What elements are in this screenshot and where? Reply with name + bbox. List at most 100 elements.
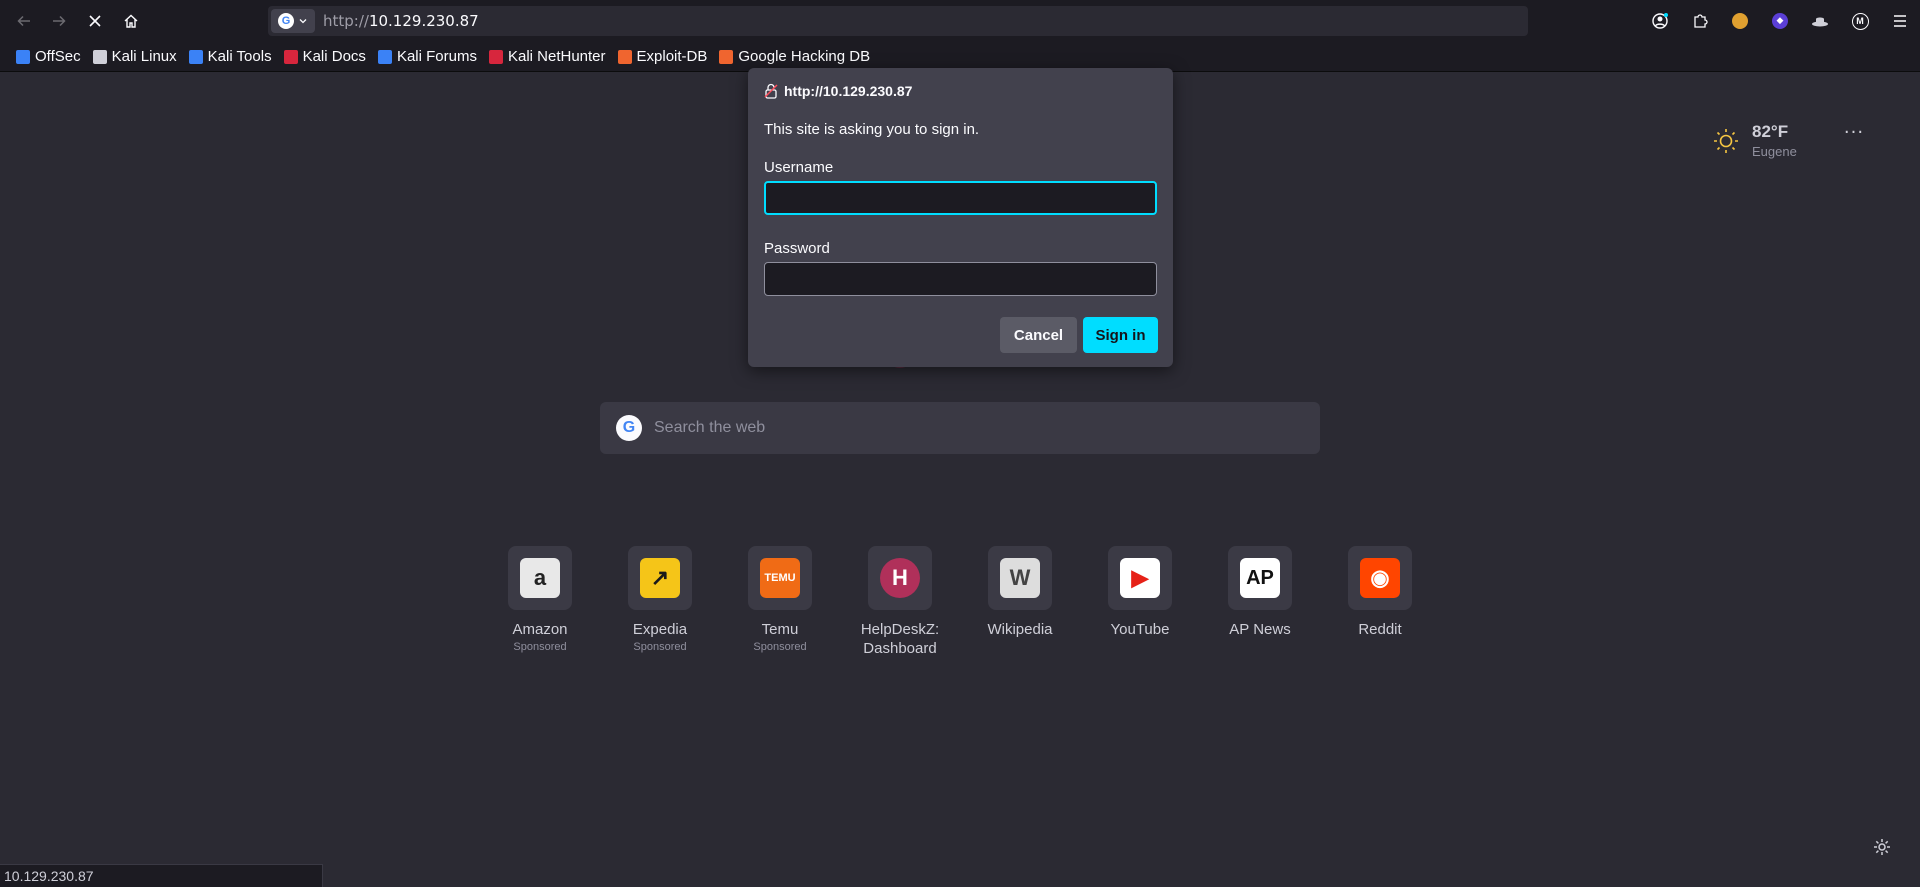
nethunter-icon [488,49,503,64]
weather-temperature: 82°F [1752,122,1789,141]
sponsored-label: Sponsored [633,641,687,653]
account-icon [1652,13,1668,29]
wikipedia-icon: W [1000,558,1040,598]
sponsored-label: Sponsored [513,641,567,653]
weather-city: Eugene [1752,144,1797,159]
amazon-icon: a [520,558,560,598]
status-bar: 10.129.230.87 [0,864,323,887]
url-bar[interactable]: G http://10.129.230.87 [268,6,1528,36]
stop-button[interactable] [79,5,111,37]
bookmark-item[interactable]: Kali Forums [372,45,483,69]
weather-widget[interactable]: 82°F Eugene [1712,122,1797,159]
top-site-label: YouTube [1110,621,1170,638]
top-site-icon-box[interactable]: W [988,546,1052,610]
extensions-button[interactable] [1680,5,1720,37]
puzzle-icon [1694,14,1708,28]
dialog-host: http://10.129.230.87 [784,83,913,99]
weather-text: 82°F Eugene [1752,122,1797,159]
auth-dialog: http://10.129.230.87 This site is asking… [748,68,1173,367]
offsec-icon [16,49,30,64]
top-site-tile[interactable]: ↗ Expedia Sponsored [600,546,720,658]
sun-icon [1714,128,1738,153]
top-site-label: Expedia [632,621,688,638]
top-site-label: Reddit [1358,621,1402,638]
url-host: 10.129.230.87 [368,12,479,30]
top-site-label: Amazon [512,621,568,638]
hamburger-menu-icon [1894,15,1906,27]
bookmark-item[interactable]: Kali Tools [183,45,278,69]
sign-in-button[interactable]: Sign in [1083,317,1158,353]
bookmark-item[interactable]: Google Hacking DB [713,45,876,69]
close-icon [89,15,101,27]
top-site-icon-box[interactable]: ↗ [628,546,692,610]
letter-h-icon: H [880,558,920,598]
kali-docs-icon [283,49,298,64]
browser-toolbar: G http://10.129.230.87 ◆ M [0,0,1920,42]
top-site-label: Wikipedia [987,621,1053,638]
bookmark-label: Google Hacking DB [738,48,871,65]
bookmark-item[interactable]: Kali NetHunter [483,45,612,69]
password-input[interactable] [764,262,1157,296]
google-icon: G [278,13,294,29]
password-label: Password [764,240,830,257]
top-site-tile[interactable]: W Wikipedia [960,546,1080,658]
arrow-right-icon [53,15,66,27]
extension-hat-button[interactable] [1800,5,1840,37]
forward-button[interactable] [43,5,75,37]
top-site-label: AP News [1229,621,1291,638]
gear-icon[interactable] [1872,837,1892,857]
home-button[interactable] [115,5,147,37]
bookmark-item[interactable]: Kali Docs [278,45,372,69]
top-site-icon-box[interactable]: ◉ [1348,546,1412,610]
top-site-icon-box[interactable]: ▶ [1108,546,1172,610]
app-menu-button[interactable] [1880,5,1920,37]
bookmark-label: Exploit-DB [636,48,708,65]
hat-icon [1812,17,1828,27]
youtube-icon: ▶ [1120,558,1160,598]
top-site-icon-box[interactable]: a [508,546,572,610]
account-button[interactable] [1640,5,1680,37]
bookmark-label: Kali NetHunter [507,48,606,65]
letter-m-icon: M [1851,12,1869,30]
diamond-icon: ◆ [1772,13,1788,29]
bookmark-label: Kali Linux [111,48,177,65]
exploit-db-icon [617,49,632,64]
url-text[interactable]: http://10.129.230.87 [323,12,479,30]
top-site-tile[interactable]: AP AP News [1200,546,1320,658]
username-input[interactable] [764,181,1157,215]
expedia-icon: ↗ [640,558,680,598]
google-icon: G [616,415,642,441]
web-search-box[interactable]: G Search the web [600,402,1320,454]
weather-more-icon[interactable]: ··· [1842,124,1866,152]
bookmark-item[interactable]: Exploit-DB [612,45,714,69]
top-site-tile[interactable]: ◉ Reddit [1320,546,1440,658]
extension-cookie-button[interactable] [1720,5,1760,37]
bookmark-label: Kali Forums [396,48,477,65]
top-site-icon-box[interactable]: AP [1228,546,1292,610]
url-protocol: http:// [323,12,369,30]
search-placeholder: Search the web [654,419,766,436]
reddit-icon: ◉ [1360,558,1400,598]
top-site-tile[interactable]: a Amazon Sponsored [480,546,600,658]
bookmark-item[interactable]: Kali Linux [87,45,183,69]
top-site-tile[interactable]: ▶ YouTube [1080,546,1200,658]
top-site-icon-box[interactable]: TEMU [748,546,812,610]
top-site-tile[interactable]: H HelpDeskZ: Dashboard [840,546,960,658]
extension-diamond-button[interactable]: ◆ [1760,5,1800,37]
cancel-button[interactable]: Cancel [1000,317,1077,353]
bookmark-label: Kali Tools [207,48,272,65]
kali-tools-icon [188,49,203,64]
extension-m-button[interactable]: M [1840,5,1880,37]
dialog-message: This site is asking you to sign in. [764,121,980,138]
ghdb-icon [719,49,734,64]
top-site-label: Temu [761,621,799,638]
bookmark-label: OffSec [35,48,81,65]
home-icon [124,14,138,28]
search-engine-button[interactable]: G [271,9,315,33]
back-button[interactable] [8,5,40,37]
top-site-icon-box[interactable]: H [868,546,932,610]
chevron-down-icon [299,19,307,24]
bookmark-label: Kali Docs [302,48,366,65]
bookmark-item[interactable]: OffSec [10,45,87,69]
top-site-tile[interactable]: TEMU Temu Sponsored [720,546,840,658]
